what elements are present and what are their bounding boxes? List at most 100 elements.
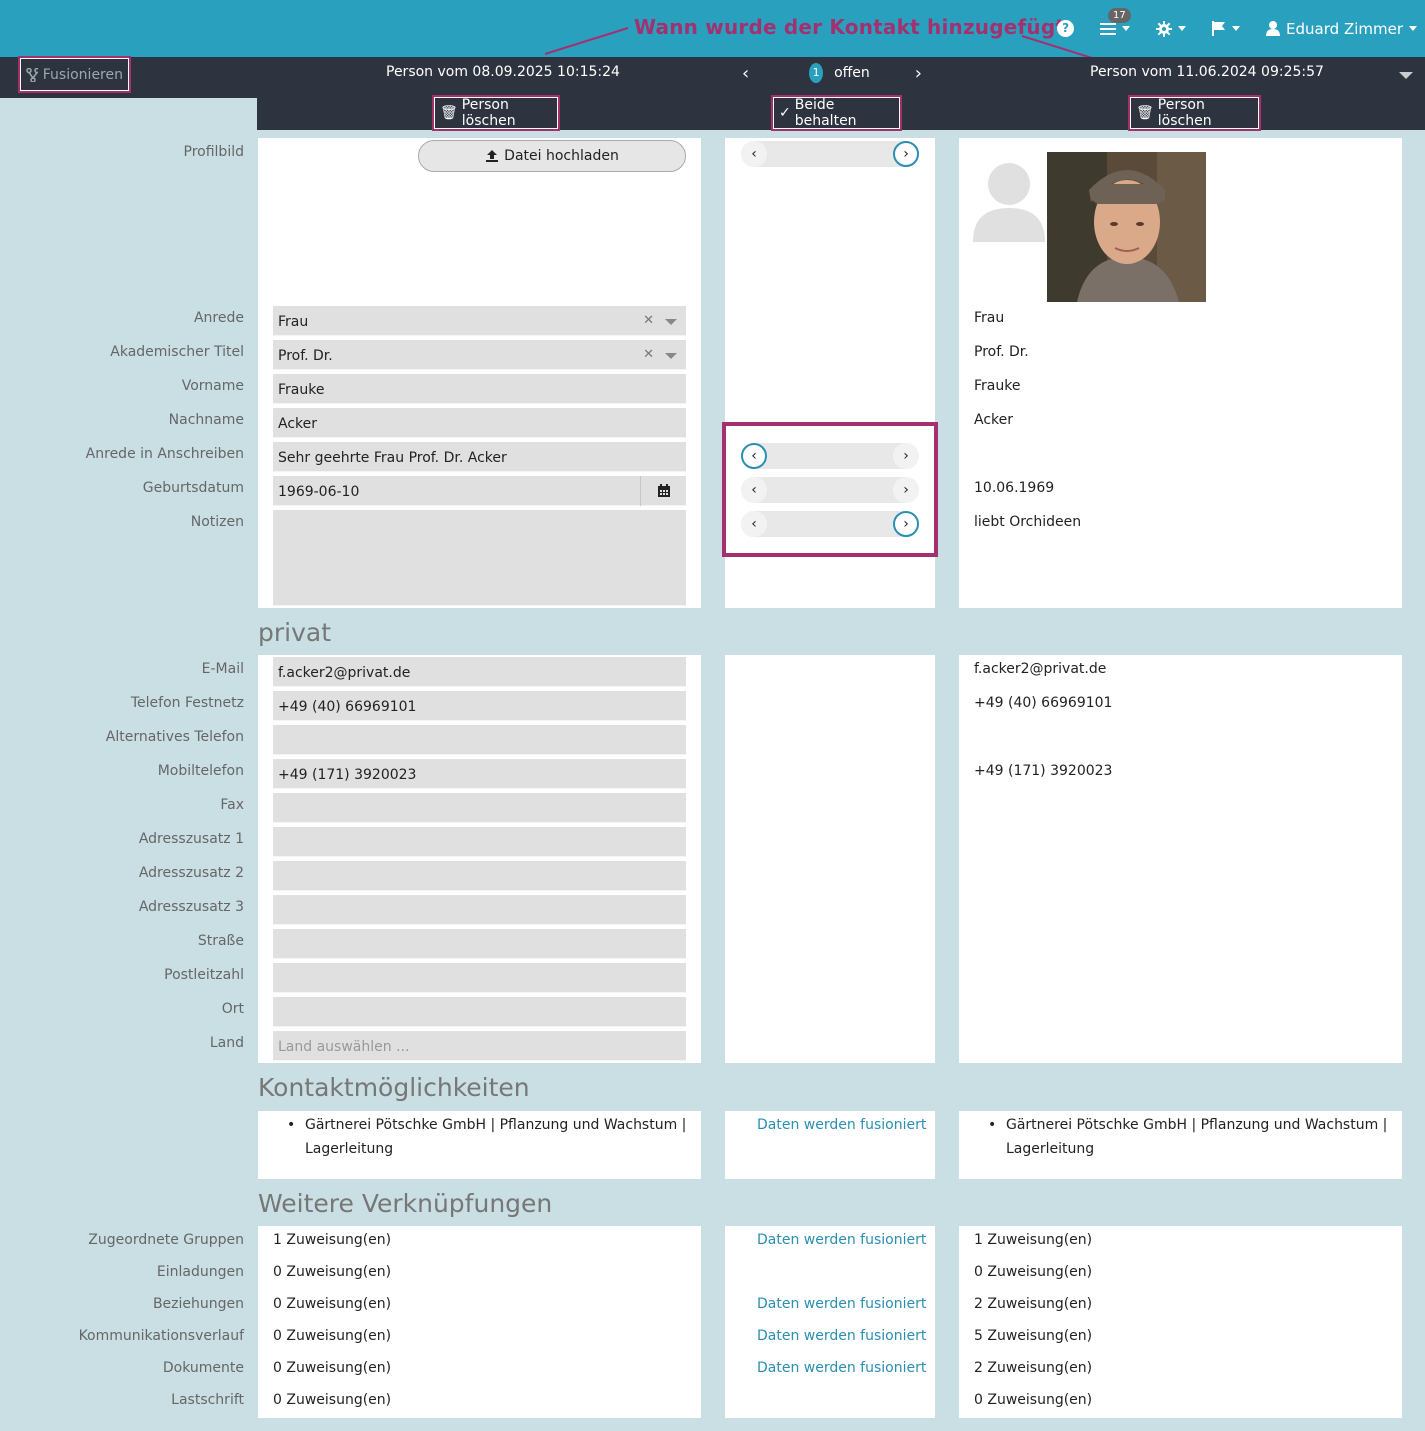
- label-nachname: Nachname: [168, 412, 244, 428]
- bullet-dot: •: [988, 1117, 997, 1133]
- user-icon: [1266, 21, 1281, 36]
- label-beziehungen: Beziehungen: [152, 1296, 244, 1312]
- upload-button[interactable]: Datei hochladen: [418, 140, 686, 172]
- page-number-badge: 1: [809, 63, 824, 83]
- delete-right-label: Person löschen: [1157, 97, 1212, 129]
- zusatz3-input[interactable]: [273, 895, 686, 925]
- take-right-button[interactable]: ›: [893, 477, 919, 503]
- profile-photo: [1047, 152, 1206, 302]
- label-zusatz3: Adresszusatz 3: [138, 899, 244, 915]
- geburtsdatum-input[interactable]: 1969-06-10: [273, 476, 686, 506]
- label-gruppen: Zugeordnete Gruppen: [88, 1232, 244, 1248]
- flag-icon: [1212, 21, 1226, 36]
- label-email: E-Mail: [201, 661, 244, 677]
- right-panel-privat: [959, 655, 1402, 1063]
- label-einladungen: Einladungen: [156, 1264, 244, 1280]
- list-icon: [1100, 22, 1117, 35]
- right-festnetz: +49 (40) 66969101: [974, 695, 1113, 711]
- ort-input[interactable]: [273, 997, 686, 1027]
- anschreiben-input[interactable]: Sehr geehrte Frau Prof. Dr. Acker: [273, 442, 686, 472]
- delete-left-button[interactable]: 🗑 Person löschen: [432, 95, 560, 131]
- left-beziehungen: 0 Zuweisung(en): [273, 1296, 392, 1312]
- delete-right-button[interactable]: 🗑 Person löschen: [1128, 95, 1261, 131]
- titel-value: Prof. Dr.: [278, 348, 333, 364]
- check-icon: ✓: [779, 105, 791, 121]
- bullet-dot: •: [287, 1117, 296, 1133]
- clear-icon[interactable]: ✕: [643, 313, 654, 328]
- label-titel: Akademischer Titel: [110, 344, 244, 360]
- festnetz-input[interactable]: +49 (40) 66969101: [273, 691, 686, 721]
- take-right-button[interactable]: ›: [893, 141, 919, 167]
- help-button[interactable]: ?: [1057, 20, 1075, 37]
- kommunikation-fusion-status: Daten werden fusioniert: [757, 1328, 927, 1344]
- take-left-button[interactable]: ‹: [741, 511, 767, 537]
- right-dokumente: 2 Zuweisung(en): [974, 1360, 1093, 1376]
- right-geburtsdatum: 10.06.1969: [974, 480, 1055, 496]
- fusionieren-button[interactable]: Fusionieren: [18, 56, 131, 93]
- geburtsdatum-value: 1969-06-10: [278, 484, 360, 500]
- clear-icon[interactable]: ✕: [643, 347, 654, 362]
- fax-input[interactable]: [273, 793, 686, 823]
- mobil-input[interactable]: +49 (171) 3920023: [273, 759, 686, 789]
- page-status: offen: [834, 65, 870, 81]
- label-zusatz2: Adresszusatz 2: [138, 865, 244, 881]
- user-name: Eduard Zimmer: [1286, 19, 1403, 38]
- record-pager: ‹ 1 offen ›: [742, 62, 922, 84]
- geburtsdatum-merge-control: ‹ ›: [741, 477, 919, 503]
- annotation-text: Wann wurde der Kontakt hinzugefügt: [634, 15, 1066, 39]
- upload-label: Datei hochladen: [504, 148, 619, 164]
- user-menu[interactable]: Eduard Zimmer: [1266, 20, 1417, 38]
- left-record-header: Person vom 08.09.2025 10:15:24: [386, 64, 620, 80]
- label-festnetz: Telefon Festnetz: [130, 695, 244, 711]
- toolbar-spacer: [0, 98, 257, 130]
- gruppen-fusion-status: Daten werden fusioniert: [757, 1232, 927, 1248]
- right-notizen: liebt Orchideen: [974, 514, 1082, 530]
- vorname-input[interactable]: Frauke: [273, 374, 686, 404]
- merge-icon: [26, 67, 38, 82]
- plz-input[interactable]: [273, 963, 686, 993]
- take-left-button[interactable]: ‹: [741, 141, 767, 167]
- upload-icon: [486, 150, 499, 162]
- dokumente-fusion-status: Daten werden fusioniert: [757, 1360, 927, 1376]
- right-einladungen: 0 Zuweisung(en): [974, 1264, 1093, 1280]
- left-dokumente: 0 Zuweisung(en): [273, 1360, 392, 1376]
- chevron-down-icon[interactable]: [1399, 72, 1413, 79]
- take-right-button[interactable]: ›: [893, 511, 919, 537]
- right-mobil: +49 (171) 3920023: [974, 763, 1113, 779]
- right-panel-weitere: [959, 1226, 1402, 1418]
- take-right-button[interactable]: ›: [893, 443, 919, 469]
- gear-icon: [1156, 20, 1173, 37]
- left-panel-weitere: [258, 1226, 701, 1418]
- calendar-button[interactable]: [640, 476, 686, 506]
- tasks-menu[interactable]: 17: [1100, 7, 1131, 36]
- left-lastschrift: 0 Zuweisung(en): [273, 1392, 392, 1408]
- right-gruppen: 1 Zuweisung(en): [974, 1232, 1093, 1248]
- prev-record-button[interactable]: ‹: [742, 63, 749, 84]
- notizen-textarea[interactable]: [273, 510, 686, 606]
- email-input[interactable]: f.acker2@privat.de: [273, 657, 686, 687]
- left-gruppen: 1 Zuweisung(en): [273, 1232, 392, 1248]
- strasse-input[interactable]: [273, 929, 686, 959]
- nachname-input[interactable]: Acker: [273, 408, 686, 438]
- tasks-badge: 17: [1108, 7, 1131, 23]
- beziehungen-fusion-status: Daten werden fusioniert: [757, 1296, 927, 1312]
- right-beziehungen: 2 Zuweisung(en): [974, 1296, 1093, 1312]
- settings-menu[interactable]: [1156, 20, 1187, 37]
- label-plz: Postleitzahl: [164, 967, 244, 983]
- section-kontakt: Kontaktmöglichkeiten: [258, 1073, 530, 1102]
- chevron-down-icon: [665, 319, 677, 325]
- take-left-button[interactable]: ‹: [741, 477, 767, 503]
- anrede-select[interactable]: Frau ✕: [273, 306, 686, 336]
- titel-select[interactable]: Prof. Dr. ✕: [273, 340, 686, 370]
- right-kommunikation: 5 Zuweisung(en): [974, 1328, 1093, 1344]
- flag-menu[interactable]: [1212, 21, 1241, 36]
- alt-tel-input[interactable]: [273, 725, 686, 755]
- take-left-button[interactable]: ‹: [741, 443, 767, 469]
- top-nav-menu: ? 17 Eduard Zimmer: [1057, 0, 1425, 57]
- zusatz2-input[interactable]: [273, 861, 686, 891]
- land-select[interactable]: Land auswählen ...: [273, 1031, 686, 1061]
- next-record-button[interactable]: ›: [915, 63, 922, 84]
- left-kontakt-line2: Lagerleitung: [305, 1141, 394, 1157]
- zusatz1-input[interactable]: [273, 827, 686, 857]
- keep-both-button[interactable]: ✓ Beide behalten: [771, 95, 902, 131]
